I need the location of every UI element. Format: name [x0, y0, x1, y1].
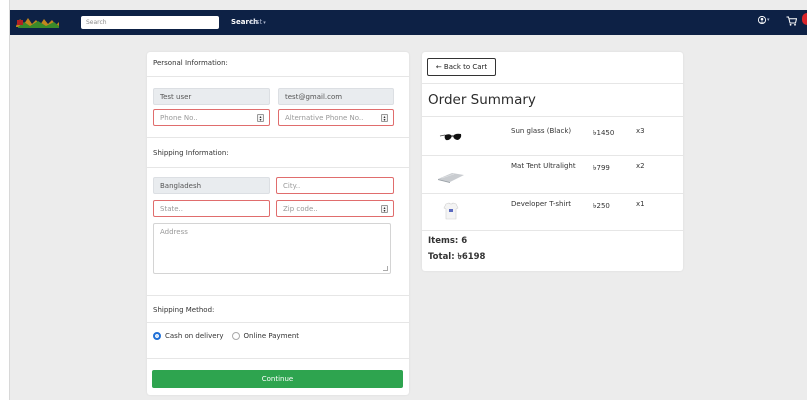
- item-name: Developer T-shirt: [511, 200, 572, 208]
- divider: [422, 83, 683, 84]
- alt-phone-placeholder: Alternative Phone No..: [285, 113, 364, 122]
- name-value: Test user: [160, 92, 192, 101]
- number-stepper-icon[interactable]: ▴ ▾: [257, 114, 264, 122]
- site-logo[interactable]: [14, 14, 61, 30]
- resize-handle-icon[interactable]: [383, 266, 388, 271]
- order-summary-title: Order Summary: [428, 92, 536, 108]
- divider: [147, 322, 409, 323]
- item-price: ৳799: [593, 164, 610, 172]
- item-name: Sun glass (Black): [511, 127, 572, 135]
- state-field[interactable]: State..: [153, 200, 270, 217]
- cash-on-delivery-radio[interactable]: [153, 332, 161, 340]
- state-placeholder: State..: [160, 204, 183, 213]
- online-payment-radio[interactable]: [231, 332, 240, 340]
- order-summary-card: ← Back to Cart Order Summary Sun glass (…: [422, 52, 683, 271]
- cash-on-delivery-label[interactable]: Cash on delivery: [165, 332, 224, 340]
- email-field[interactable]: test@gmail.com: [278, 88, 394, 105]
- shipping-method-options: Cash on delivery Online Payment: [153, 332, 307, 340]
- address-placeholder: Address: [160, 228, 188, 236]
- item-quantity: x2: [636, 162, 645, 170]
- shipping-info-title: Shipping Information:: [153, 149, 229, 157]
- shipping-method-title: Shipping Method:: [153, 306, 215, 314]
- country-field[interactable]: Bangladesh: [153, 177, 270, 194]
- checkout-form-card: Personal Information: Test user test@gma…: [147, 52, 409, 395]
- number-stepper-icon[interactable]: ▴ ▾: [381, 114, 388, 122]
- zip-placeholder: Zip code..: [283, 204, 318, 213]
- list-dropdown[interactable]: List▾: [250, 18, 266, 26]
- online-payment-label[interactable]: Online Payment: [244, 332, 299, 340]
- name-field[interactable]: Test user: [153, 88, 270, 105]
- personal-info-title: Personal Information:: [153, 59, 228, 67]
- continue-button[interactable]: Continue: [152, 370, 403, 388]
- tshirt-icon: [443, 202, 459, 220]
- search-input[interactable]: [81, 16, 219, 29]
- number-stepper-icon[interactable]: ▴ ▾: [381, 205, 388, 213]
- city-field[interactable]: City..: [276, 177, 394, 194]
- chevron-down-icon: ▾: [767, 17, 770, 23]
- email-value: test@gmail.com: [285, 92, 343, 101]
- cart-count-badge: [802, 13, 807, 25]
- order-item-row: Mat Tent Ultralight ৳799 x2: [422, 155, 683, 193]
- divider: [422, 230, 683, 231]
- divider: [147, 295, 409, 296]
- address-textarea[interactable]: Address: [153, 223, 391, 274]
- item-quantity: x3: [636, 127, 645, 135]
- item-name: Mat Tent Ultralight: [511, 162, 576, 170]
- chevron-down-icon: ▾: [263, 20, 266, 26]
- country-value: Bangladesh: [160, 181, 202, 190]
- order-total: Total: ৳6198: [428, 252, 486, 262]
- item-price: ৳250: [593, 202, 610, 210]
- divider: [147, 137, 409, 138]
- sunglasses-icon: [439, 133, 462, 141]
- back-to-cart-button[interactable]: ← Back to Cart: [427, 58, 496, 76]
- order-item-row: Sun glass (Black) ৳1450 x3: [422, 116, 683, 154]
- tent-mat-icon: [438, 173, 464, 183]
- divider: [147, 358, 409, 359]
- items-count: Items: 6: [428, 236, 468, 246]
- cart-icon[interactable]: [786, 16, 797, 26]
- user-menu[interactable]: ▾: [757, 15, 770, 26]
- list-label: List: [250, 18, 263, 26]
- navbar: Search List▾ ▾: [10, 10, 807, 35]
- zip-field[interactable]: Zip code.. ▴ ▾: [276, 200, 394, 217]
- divider: [147, 76, 409, 77]
- item-price: ৳1450: [593, 129, 615, 137]
- user-icon: [757, 15, 767, 25]
- divider: [147, 167, 409, 168]
- order-item-row: Developer T-shirt ৳250 x1: [422, 193, 683, 231]
- phone-field[interactable]: Phone No.. ▴ ▾: [153, 109, 270, 126]
- alt-phone-field[interactable]: Alternative Phone No.. ▴ ▾: [278, 109, 394, 126]
- window-frame: [0, 0, 10, 400]
- item-quantity: x1: [636, 200, 645, 208]
- city-placeholder: City..: [283, 181, 301, 190]
- phone-placeholder: Phone No..: [160, 113, 198, 122]
